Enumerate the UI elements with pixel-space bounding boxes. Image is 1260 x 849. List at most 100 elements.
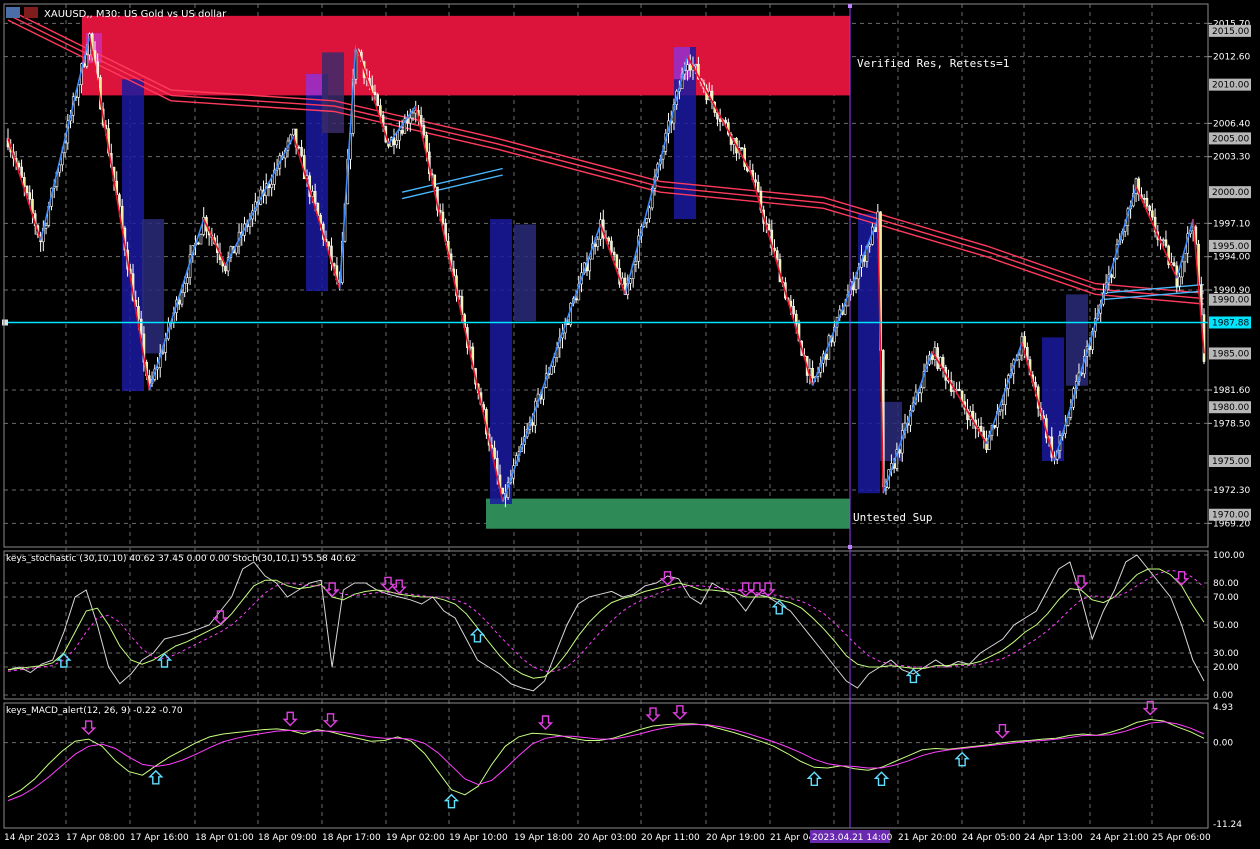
candle-body [792, 305, 795, 315]
candle-body [1110, 274, 1113, 278]
pattern-box [142, 219, 164, 354]
time-axis-label: 20 Apr 19:00 [706, 833, 765, 843]
candle-body [270, 184, 273, 189]
candle-body [44, 225, 48, 229]
candle-body [332, 263, 336, 267]
candle-body [376, 94, 379, 106]
candle-body [634, 260, 638, 265]
time-axis-label: 18 Apr 09:00 [258, 833, 317, 843]
candle-body [686, 64, 689, 71]
stoch-axis-label: 80.00 [1213, 579, 1239, 589]
candle-body [196, 242, 200, 245]
candle-body [28, 192, 32, 200]
candle-body [920, 387, 923, 394]
candle-body [85, 54, 89, 67]
support-zone [486, 498, 850, 529]
stoch-axis-label: 100.00 [1213, 551, 1245, 561]
candle-body [998, 409, 1002, 412]
candle-body [694, 64, 698, 67]
candle-body [199, 234, 203, 245]
candle-body [433, 174, 437, 188]
candle-body [645, 218, 649, 223]
candle-body [718, 118, 722, 122]
price-level-box-label: 1990.00 [1212, 296, 1249, 306]
price-level-box-label: 1985.00 [1212, 349, 1249, 359]
symbol-flag-icon [24, 7, 38, 18]
candle-body [20, 166, 23, 178]
price-tick-label: 1969.20 [1213, 519, 1250, 529]
time-axis-label: 17 Apr 08:00 [66, 833, 125, 843]
support-zone-label: Untested Sup [853, 511, 932, 524]
time-axis-label: 21 Apr 20:00 [898, 833, 957, 843]
crosshair-handle-top[interactable] [848, 4, 852, 8]
chart-canvas[interactable]: 2015.702012.602006.402003.301997.101994.… [0, 0, 1260, 845]
time-axis-label: 18 Apr 17:00 [322, 833, 381, 843]
candle-body [612, 251, 616, 256]
symbol-title: XAUUSD,, M30: US Gold vs US dollar [44, 9, 227, 20]
candle-body [1164, 239, 1168, 247]
stoch-axis-label: 30.00 [1213, 649, 1239, 659]
chart-type-icon[interactable] [6, 7, 20, 18]
trading-chart-window[interactable]: 2015.70 2012.60 2006.40 2003.30 1997.10 1994.… [0, 0, 1260, 845]
candle-body [993, 425, 997, 428]
candle-body [811, 368, 814, 379]
candle-body [313, 190, 317, 204]
price-level-box-label: 2015.00 [1212, 27, 1249, 37]
price-tick-label: 1972.30 [1213, 486, 1250, 496]
candle-body [756, 181, 760, 192]
price-line-handle[interactable] [2, 319, 8, 326]
candle-body [754, 179, 757, 183]
candle-body [395, 140, 399, 146]
candle-body [854, 278, 858, 290]
candle-body [843, 305, 847, 315]
candle-body [297, 146, 301, 149]
highlight-box [306, 73, 322, 96]
price-tick-label: 1994.00 [1213, 253, 1250, 263]
candle-body [379, 105, 382, 116]
candle-body [531, 422, 534, 426]
candle-body [588, 258, 591, 272]
price-level-box-label: 2000.00 [1212, 188, 1249, 198]
candle-body [224, 265, 227, 272]
candle-body [648, 207, 651, 220]
time-axis-label: 19 Apr 02:00 [386, 833, 445, 843]
candle-body [1023, 336, 1026, 348]
crosshair-handle-bottom[interactable] [848, 545, 852, 549]
candle-body [139, 318, 143, 335]
candle-body [1172, 262, 1176, 267]
candle-body [743, 147, 746, 167]
time-axis-label: 18 Apr 01:00 [195, 833, 254, 843]
price-tick-label: 1997.10 [1213, 219, 1250, 229]
candle-body [958, 389, 961, 392]
time-axis-label: 2023.04.21 14:00 [812, 833, 893, 843]
candle-body [868, 244, 871, 247]
candle-body [493, 447, 496, 459]
resistance-zone-label: Verified Res, Retests=1 [857, 57, 1009, 70]
candle-body [25, 186, 29, 194]
candle-body [1151, 210, 1154, 218]
candle-body [411, 112, 415, 119]
candle-body [740, 147, 744, 149]
candle-body [596, 238, 600, 247]
time-axis-label: 24 Apr 05:00 [962, 833, 1021, 843]
price-tick-label: 2012.60 [1213, 53, 1250, 63]
candle-body [1183, 252, 1187, 263]
candle-body [941, 357, 945, 368]
candle-body [599, 219, 602, 240]
candle-body [593, 243, 597, 247]
candle-body [1161, 239, 1165, 242]
time-axis-label: 20 Apr 11:00 [641, 833, 700, 843]
price-level-box-label: 2010.00 [1212, 81, 1249, 91]
candle-body [1142, 198, 1146, 200]
macd-axis-label: -11.24 [1213, 820, 1242, 830]
candle-body [373, 92, 377, 95]
candle-body [186, 277, 189, 284]
candle-body [408, 117, 412, 124]
candle-body [767, 224, 771, 231]
time-axis-label: 24 Apr 21:00 [1090, 833, 1149, 843]
candle-body [688, 64, 692, 71]
candle-body [1001, 404, 1005, 411]
time-axis-label: 14 Apr 2023 [4, 833, 60, 843]
price-level-box-label: 1970.00 [1212, 511, 1249, 521]
pattern-box [322, 52, 344, 134]
